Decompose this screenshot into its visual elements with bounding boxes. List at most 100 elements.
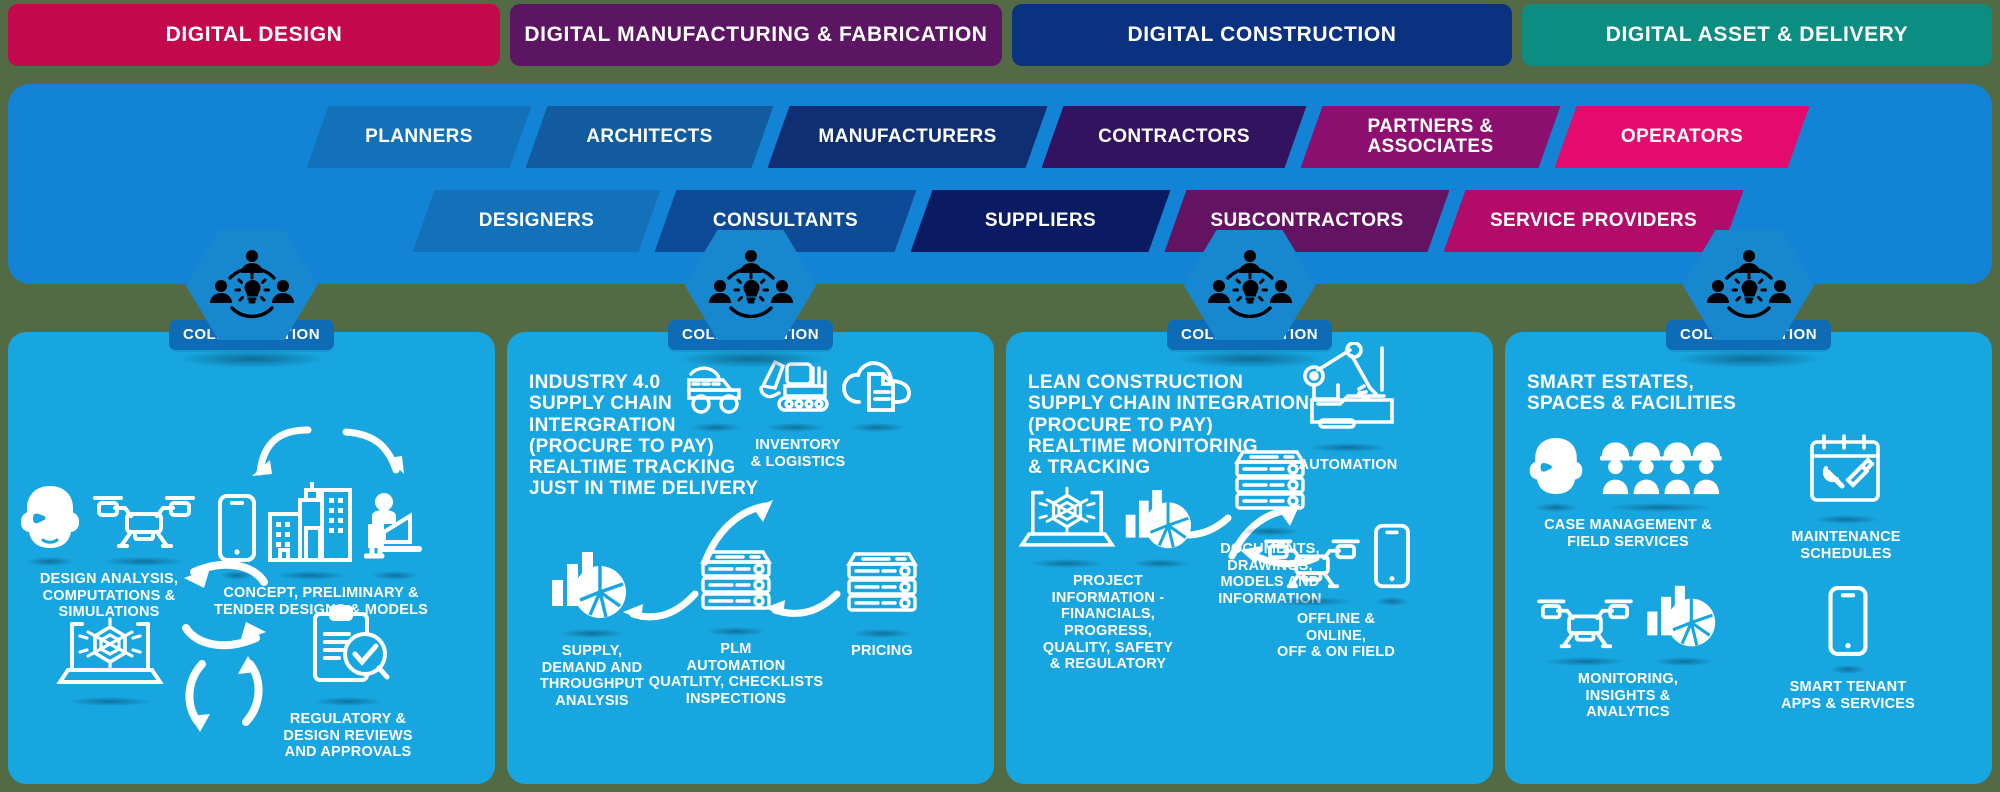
stakeholder-architects[interactable]: ARCHITECTS [526, 106, 774, 168]
banner-digital-construction[interactable]: DIGITAL CONSTRUCTION [1012, 4, 1512, 66]
collaboration-badge: COLLABORATION [168, 230, 335, 368]
node-icons [56, 610, 164, 706]
bar-pie-chart-icon [550, 550, 634, 638]
icon-shadow [101, 557, 187, 566]
node-smart-tenant-apps: SMART TENANT APPS & SERVICES [1763, 584, 1933, 712]
node-caption: CASE MANAGEMENT & FIELD SERVICES [1544, 517, 1712, 550]
stakeholder-manufacturers[interactable]: MANUFACTURERS [768, 106, 1048, 168]
icon-shadow [67, 697, 153, 706]
node-caption: INVENTORY & LOGISTICS [750, 437, 846, 470]
icon-shadow [1830, 665, 1866, 674]
node-caption: MAINTENANCE SCHEDULES [1791, 529, 1901, 562]
panel-digital-asset-delivery: COLLABORATION SMART ESTATES, SPACES & FA… [1505, 230, 1992, 784]
collaboration-badge: COLLABORATION [667, 230, 834, 368]
panel-heading: SMART ESTATES, SPACES & FACILITIES [1527, 372, 1737, 415]
banner-label: DIGITAL CONSTRUCTION [1127, 23, 1397, 46]
banner-digital-design[interactable]: DIGITAL DESIGN [8, 4, 500, 66]
node-caption: REGULATORY & DESIGN REVIEWS AND APPROVAL… [283, 711, 413, 761]
stakeholder-suppliers[interactable]: SUPPLIERS [911, 190, 1171, 252]
banner-label: DIGITAL ASSET & DELIVERY [1605, 23, 1909, 46]
collaboration-badge: COLLABORATION [1166, 230, 1333, 368]
collaboration-icon [708, 250, 793, 319]
buildings-icon [266, 478, 356, 580]
node-caption: MONITORING, INSIGHTS & ANALYTICS [1577, 671, 1679, 721]
person-at-laptop-icon [363, 490, 426, 580]
node-project-information: PROJECT INFORMATION - FINANCIALS, PROGRE… [1010, 480, 1206, 673]
node-icons [1528, 436, 1728, 512]
banner-label: DIGITAL MANUFACTURING & FABRICATION [524, 23, 988, 46]
collaboration-shadow [1673, 350, 1824, 368]
stakeholder-contractors[interactable]: CONTRACTORS [1042, 106, 1307, 168]
collaboration-badge: COLLABORATION [1665, 230, 1832, 368]
node-icons [550, 550, 634, 638]
node-plm-automation: PLM AUTOMATION QUATLITY, CHECKLISTS INSP… [645, 546, 827, 708]
node-caption: PRICING [851, 643, 913, 659]
cloud-document-icon [841, 354, 913, 432]
stakeholder-row-primary: PLANNERS ARCHITECTS MANUFACTURERS CONTRA… [8, 106, 1992, 168]
collaboration-icon [1207, 250, 1292, 319]
stakeholder-label: CONSULTANTS [712, 210, 859, 232]
drone-icon [89, 488, 199, 566]
node-pricing: PRICING [817, 548, 947, 660]
icon-shadow [1132, 559, 1190, 568]
node-caption: PROJECT INFORMATION - FINANCIALS, PROGRE… [1042, 573, 1174, 673]
server-rack-icon [697, 546, 775, 636]
node-icons [1804, 430, 1888, 524]
stakeholder-label: SUPPLIERS [984, 210, 1097, 232]
banner-digital-manufacturing[interactable]: DIGITAL MANUFACTURING & FABRICATION [510, 4, 1002, 66]
stakeholder-label: PLANNERS [365, 126, 473, 148]
stakeholder-label: CONTRACTORS [1098, 126, 1250, 148]
stakeholder-operators[interactable]: OPERATORS [1555, 106, 1810, 168]
infographic-root: DIGITAL DESIGN DIGITAL MANUFACTURING & F… [0, 0, 2000, 792]
icon-shadow [275, 571, 347, 580]
banner-label: DIGITAL DESIGN [165, 23, 343, 46]
collaboration-shadow [176, 350, 327, 368]
icon-shadow [1813, 515, 1879, 524]
clipboard-check-icon [305, 604, 391, 706]
stakeholder-planners[interactable]: PLANNERS [307, 106, 532, 168]
stakeholder-label: PARTNERS & ASSOCIATES [1367, 116, 1494, 157]
worker-group-icon [1592, 436, 1728, 512]
node-regulatory-reviews: REGULATORY & DESIGN REVIEWS AND APPROVAL… [248, 604, 448, 761]
node-icons [1018, 480, 1198, 568]
vr-headset-icon [1528, 436, 1584, 512]
bar-pie-chart-icon [1645, 584, 1723, 666]
node-concept-designs: CONCEPT, PRELIMINARY & TENDER DESIGNS & … [200, 478, 442, 618]
icon-shadow [705, 627, 767, 636]
icon-shadow [1534, 503, 1578, 512]
node-caption: OFFLINE & ONLINE, OFF & ON FIELD [1277, 611, 1395, 661]
collaboration-icon [209, 250, 294, 319]
stakeholder-label: SERVICE PROVIDERS [1489, 210, 1698, 232]
panel-heading: LEAN CONSTRUCTION SUPPLY CHAIN INTEGRATI… [1028, 372, 1310, 479]
icon-shadow [1028, 559, 1106, 568]
stakeholder-designers[interactable]: DESIGNERS [413, 190, 661, 252]
icon-shadow [559, 629, 625, 638]
vr-headset-icon [19, 484, 81, 566]
mobile-phone-icon [216, 492, 258, 580]
stakeholder-label: DESIGNERS [478, 210, 595, 232]
stakeholder-partners-associates[interactable]: PARTNERS & ASSOCIATES [1301, 106, 1561, 168]
arrow-curve-top [252, 426, 404, 476]
icon-shadow [25, 557, 75, 566]
icon-shadow [1376, 597, 1408, 606]
mobile-phone-icon [1826, 584, 1870, 674]
icon-shadow [848, 423, 906, 432]
collaboration-shadow [675, 350, 826, 368]
banner-digital-asset-delivery[interactable]: DIGITAL ASSET & DELIVERY [1522, 4, 1992, 66]
node-offline-online: OFFLINE & ONLINE, OFF & ON FIELD [1246, 522, 1426, 661]
collaboration-shadow [1174, 350, 1325, 368]
panel-digital-design: COLLABORATION [8, 230, 495, 784]
node-icons [1260, 522, 1412, 606]
node-icons [1826, 584, 1870, 674]
panel-row: COLLABORATION [8, 230, 1992, 784]
node-icons [305, 604, 391, 706]
node-simulation-laptop [30, 610, 190, 711]
server-rack-icon [843, 548, 921, 638]
node-design-analysis: DESIGN ANALYSIS, COMPUTATIONS & SIMULATI… [14, 484, 204, 621]
icon-shadow [1544, 657, 1626, 666]
icon-shadow [314, 697, 382, 706]
drone-icon [1533, 592, 1637, 666]
icon-shadow [851, 629, 913, 638]
node-icons [843, 548, 921, 638]
icon-shadow [220, 571, 254, 580]
